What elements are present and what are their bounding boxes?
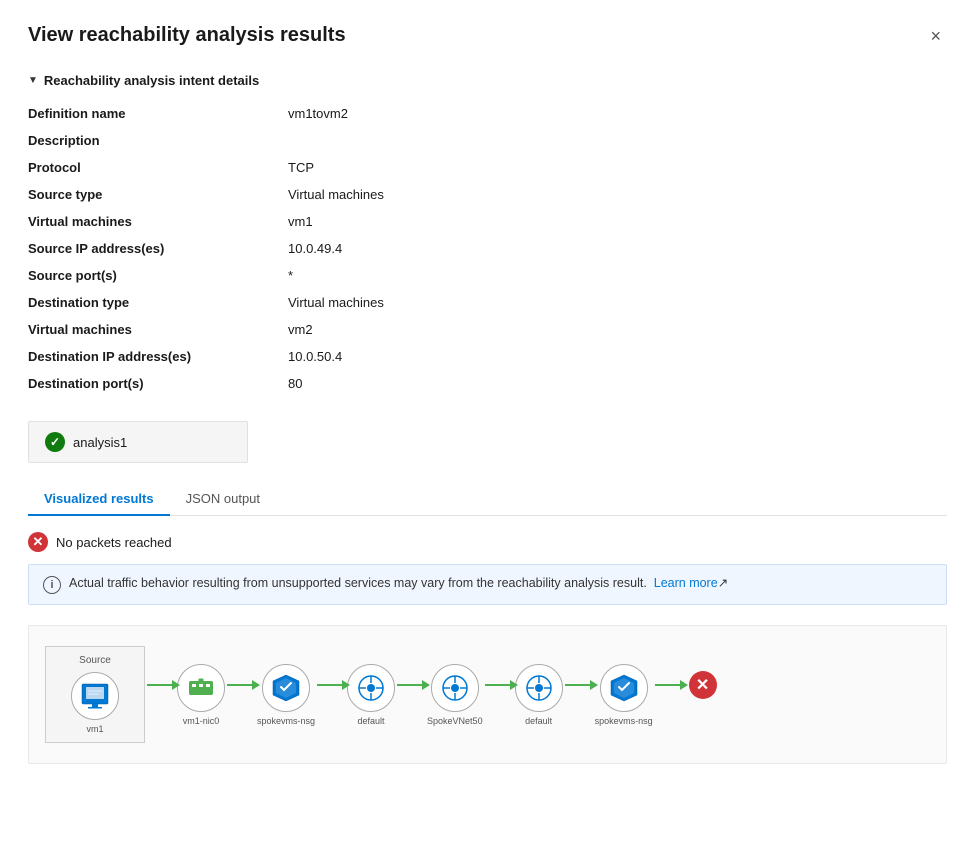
detail-key-2: Protocol [28, 154, 288, 181]
detail-key-1: Description [28, 127, 288, 154]
detail-row-4: Virtual machinesvm1 [28, 208, 947, 235]
nsg-icon-2 [609, 673, 639, 703]
nic-icon [186, 673, 216, 703]
detail-value-4: vm1 [288, 208, 947, 235]
detail-row-6: Source port(s)* [28, 262, 947, 289]
flow-node-spokevnet50: SpokeVNet50 [427, 664, 483, 726]
flow-diagram: Source [28, 625, 947, 764]
nsg2-circle [600, 664, 648, 712]
arrow-5 [485, 684, 513, 686]
info-banner: i Actual traffic behavior resulting from… [28, 564, 947, 605]
flow-node-default-2: default [515, 664, 563, 726]
info-text: Actual traffic behavior resulting from u… [69, 575, 728, 590]
error-icon: ✕ [28, 532, 48, 552]
arrow-7 [655, 684, 683, 686]
detail-row-3: Source typeVirtual machines [28, 181, 947, 208]
details-table: Definition namevm1tovm2DescriptionProtoc… [28, 100, 947, 397]
spokevnet50-circle [431, 664, 479, 712]
analysis-status-icon: ✓ [45, 432, 65, 452]
nic0-label: vm1-nic0 [183, 716, 220, 726]
detail-value-5: 10.0.49.4 [288, 235, 947, 262]
flow-node-spokevms-nsg-2: spokevms-nsg [595, 664, 653, 726]
route-icon-2 [524, 673, 554, 703]
flow-node-vm1: vm1 [71, 672, 119, 734]
detail-value-8: vm2 [288, 316, 947, 343]
nsg-icon-1 [271, 673, 301, 703]
flow-node-spokevms-nsg-1: spokevms-nsg [257, 664, 315, 726]
detail-key-6: Source port(s) [28, 262, 288, 289]
arrow-3 [317, 684, 345, 686]
detail-row-1: Description [28, 127, 947, 154]
section-header: ▼ Reachability analysis intent details [28, 73, 947, 88]
flow-inner: Source [45, 646, 930, 743]
vm-icon [80, 682, 110, 710]
flow-error-end: ✕ [689, 671, 717, 699]
detail-key-8: Virtual machines [28, 316, 288, 343]
default1-circle [347, 664, 395, 712]
detail-row-10: Destination port(s)80 [28, 370, 947, 397]
default2-circle [515, 664, 563, 712]
detail-row-8: Virtual machinesvm2 [28, 316, 947, 343]
arrow-1 [147, 684, 175, 686]
close-button[interactable]: × [924, 24, 947, 49]
arrow-2 [227, 684, 255, 686]
detail-key-10: Destination port(s) [28, 370, 288, 397]
nsg1-circle [262, 664, 310, 712]
detail-row-7: Destination typeVirtual machines [28, 289, 947, 316]
spokevnet50-label: SpokeVNet50 [427, 716, 483, 726]
detail-value-7: Virtual machines [288, 289, 947, 316]
detail-value-9: 10.0.50.4 [288, 343, 947, 370]
detail-value-10: 80 [288, 370, 947, 397]
detail-row-0: Definition namevm1tovm2 [28, 100, 947, 127]
arrow-6 [565, 684, 593, 686]
dialog-header: View reachability analysis results × [28, 24, 947, 49]
default1-label: default [358, 716, 385, 726]
vm1-circle [71, 672, 119, 720]
source-box: Source [45, 646, 145, 743]
error-text: No packets reached [56, 535, 172, 550]
detail-row-5: Source IP address(es)10.0.49.4 [28, 235, 947, 262]
error-row: ✕ No packets reached [28, 532, 947, 552]
section-label: Reachability analysis intent details [44, 73, 259, 88]
detail-value-6: * [288, 262, 947, 289]
nsg1-label: spokevms-nsg [257, 716, 315, 726]
analysis-badge: ✓ analysis1 [28, 421, 248, 463]
route-icon-1 [356, 673, 386, 703]
info-icon: i [43, 576, 61, 594]
flow-node-vm1-nic0: vm1-nic0 [177, 664, 225, 726]
detail-value-3: Virtual machines [288, 181, 947, 208]
detail-value-1 [288, 127, 947, 154]
default2-label: default [525, 716, 552, 726]
vnet-icon [440, 673, 470, 703]
detail-value-2: TCP [288, 154, 947, 181]
detail-key-7: Destination type [28, 289, 288, 316]
detail-key-9: Destination IP address(es) [28, 343, 288, 370]
detail-key-5: Source IP address(es) [28, 235, 288, 262]
detail-row-9: Destination IP address(es)10.0.50.4 [28, 343, 947, 370]
collapse-icon[interactable]: ▼ [28, 75, 38, 86]
detail-key-3: Source type [28, 181, 288, 208]
detail-value-0: vm1tovm2 [288, 100, 947, 127]
dialog-title: View reachability analysis results [28, 24, 346, 47]
source-label: Source [79, 655, 111, 666]
flow-node-default-1: default [347, 664, 395, 726]
vm1-label: vm1 [86, 724, 103, 734]
detail-key-4: Virtual machines [28, 208, 288, 235]
nsg2-label: spokevms-nsg [595, 716, 653, 726]
dialog-container: View reachability analysis results × ▼ R… [0, 0, 975, 862]
detail-row-2: ProtocolTCP [28, 154, 947, 181]
analysis-name: analysis1 [73, 435, 127, 450]
nic0-circle [177, 664, 225, 712]
arrow-4 [397, 684, 425, 686]
learn-more-link[interactable]: Learn more [654, 576, 718, 590]
detail-key-0: Definition name [28, 100, 288, 127]
tab-visualized-results[interactable]: Visualized results [28, 483, 170, 516]
tab-json-output[interactable]: JSON output [170, 483, 276, 516]
tabs-container: Visualized results JSON output [28, 483, 947, 516]
